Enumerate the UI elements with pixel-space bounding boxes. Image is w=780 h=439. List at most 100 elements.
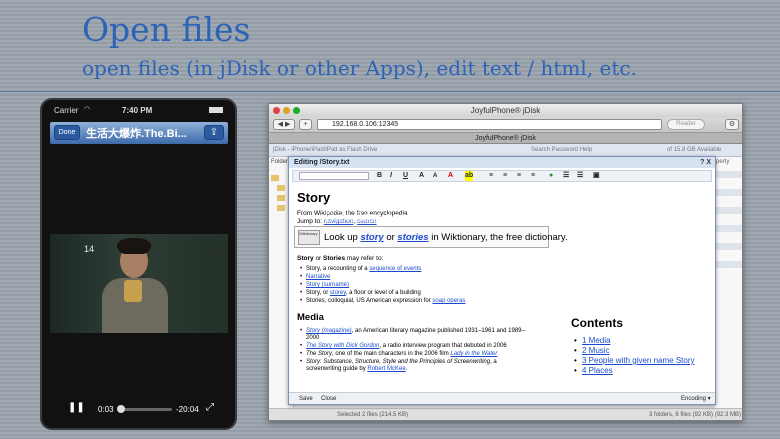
battery-icon: [209, 107, 223, 113]
source-icon[interactable]: ▣: [593, 171, 600, 181]
browser-toolbar: ◀ ▶ + 192.168.0.106:12345 Reader ⚙: [269, 117, 742, 133]
video-frame[interactable]: 14: [50, 234, 228, 333]
url-field[interactable]: 192.168.0.106:12345: [317, 119, 662, 130]
list-item: The Story with Dick Gordon, a radio inte…: [300, 343, 507, 349]
list-item: Narrative: [300, 274, 330, 280]
font-select[interactable]: [299, 172, 369, 180]
folder-icon[interactable]: [271, 175, 279, 181]
justify-icon[interactable]: ≡: [531, 171, 535, 181]
list-row[interactable]: [715, 243, 742, 250]
wikt-story-link[interactable]: story: [360, 232, 383, 243]
sidebar-label: Folder: [271, 159, 289, 165]
wiktionary-box: Wiktionary Look up story or stories in W…: [294, 226, 568, 248]
watermark: jDiskStar.com: [321, 209, 413, 226]
list-link[interactable]: storey: [330, 290, 346, 296]
wiktionary-logo: Wiktionary: [298, 230, 320, 245]
doc-heading: Story: [297, 190, 331, 205]
list-link[interactable]: Robert McKee: [367, 366, 405, 372]
wikt-stories-link[interactable]: stories: [397, 232, 428, 243]
nav-bar: Done 生活大爆炸.The.Bi... ⇪: [50, 122, 228, 144]
list-item-continued: screenwriting guide by Robert McKee.: [306, 366, 408, 372]
list-item: The Story, one of the main characters in…: [300, 351, 497, 357]
tab-bar[interactable]: JoyfulPhone® jDisk: [269, 133, 742, 144]
share-icon[interactable]: ⇪: [204, 125, 224, 140]
font-shrink-button[interactable]: A: [433, 171, 437, 181]
add-bookmark-button[interactable]: +: [299, 119, 312, 130]
list-item-continued: 2000: [306, 335, 320, 341]
minimize-window-icon[interactable]: [283, 107, 290, 114]
list-row[interactable]: [715, 189, 742, 196]
editor-dialog: Editing /Story.txt ? X B I U A A A ab ≡ …: [288, 156, 716, 405]
close-window-icon[interactable]: [273, 107, 280, 114]
editor-footer: Save Close Encoding ▾: [289, 392, 715, 404]
list-link[interactable]: Story (surname): [306, 282, 349, 288]
list-item: Story, or storey, a floor or level of a …: [300, 290, 421, 296]
phone-screen: Carrier ◠ 7:40 PM Done 生活大爆炸.The.Bi... ⇪…: [40, 98, 237, 430]
carrier-label: Carrier: [54, 106, 79, 115]
align-right-icon[interactable]: ≡: [517, 171, 521, 181]
video-person-hair: [117, 238, 151, 254]
contents-item[interactable]: 3 People with given name Story: [574, 356, 694, 365]
close-button[interactable]: Close: [321, 393, 336, 404]
list-link[interactable]: soap operas: [432, 298, 465, 304]
align-left-icon[interactable]: ≡: [489, 171, 493, 181]
scrubber-track[interactable]: [120, 408, 172, 411]
contents-item[interactable]: 2 Music: [574, 346, 609, 355]
list-link[interactable]: sequence of events: [369, 266, 421, 272]
list-item: Story, a recounting of a sequence of eve…: [300, 266, 421, 272]
video-cup: [124, 280, 142, 302]
zoom-window-icon[interactable]: [293, 107, 300, 114]
list-item: Story (surname): [300, 282, 349, 288]
font-grow-button[interactable]: A: [419, 171, 424, 181]
list-link[interactable]: Lady in the Water: [450, 351, 497, 357]
scrubber-knob[interactable]: [117, 405, 126, 413]
encoding-select[interactable]: Encoding ▾: [681, 393, 711, 404]
list-row[interactable]: [715, 171, 742, 178]
right-column-label: perty: [716, 159, 730, 165]
highlight-button[interactable]: ab: [465, 171, 474, 181]
selection-status: Selected 2 files (214.5 KB): [337, 412, 409, 418]
status-bar: Carrier ◠ 7:40 PM: [42, 104, 235, 118]
list-link[interactable]: Narrative: [306, 274, 330, 280]
contents-item[interactable]: 1 Media: [574, 336, 611, 345]
folder-icon[interactable]: [277, 185, 285, 191]
list-item: Story (magazine), an American literary m…: [300, 328, 525, 334]
right-column: perty: [715, 157, 742, 415]
elapsed-time: 0:03: [98, 405, 114, 414]
slide-title: Open files: [82, 10, 251, 49]
link-icon[interactable]: ●: [549, 171, 553, 181]
contents-item[interactable]: 4 Places: [574, 366, 613, 375]
status-bar: Selected 2 files (214.5 KB) 3 folders, 6…: [269, 408, 742, 420]
playback-controls: ❚❚ 0:03 -20:04 ⤢: [42, 400, 235, 420]
list-row[interactable]: [715, 225, 742, 232]
bullet-list-icon[interactable]: ☰: [563, 171, 569, 181]
text-color-button[interactable]: A: [448, 171, 453, 181]
list-link[interactable]: The Story with Dick Gordon: [306, 343, 379, 349]
editor-title-bar: Editing /Story.txt ? X: [289, 157, 715, 168]
video-marker: 14: [84, 244, 95, 254]
reader-button[interactable]: Reader: [667, 119, 705, 130]
folder-icon[interactable]: [277, 205, 285, 211]
clock: 7:40 PM: [122, 106, 153, 115]
refer-line: Story or Stories may refer to:: [297, 255, 384, 262]
folder-icon[interactable]: [277, 195, 285, 201]
list-item: Story: Substance, Structure, Style and t…: [300, 359, 497, 365]
bold-button[interactable]: B: [377, 171, 382, 181]
list-link[interactable]: Story (magazine): [306, 328, 352, 334]
wifi-icon: ◠: [84, 106, 91, 113]
save-button[interactable]: Save: [299, 393, 313, 404]
back-button[interactable]: ◀ ▶: [273, 119, 295, 130]
editor-close-icon[interactable]: ? X: [700, 157, 711, 168]
number-list-icon[interactable]: ☰: [577, 171, 583, 181]
settings-gear-icon[interactable]: ⚙: [725, 119, 739, 130]
list-row[interactable]: [715, 207, 742, 214]
done-button[interactable]: Done: [54, 125, 80, 140]
pause-icon[interactable]: ❚❚: [68, 402, 85, 413]
remaining-time: -20:04: [176, 405, 199, 414]
align-center-icon[interactable]: ≡: [503, 171, 507, 181]
underline-button[interactable]: U: [403, 171, 408, 181]
italic-button[interactable]: I: [390, 171, 392, 181]
fullscreen-icon[interactable]: ⤢: [206, 402, 214, 413]
editor-title: Editing /Story.txt: [294, 159, 350, 166]
list-row[interactable]: [715, 261, 742, 268]
